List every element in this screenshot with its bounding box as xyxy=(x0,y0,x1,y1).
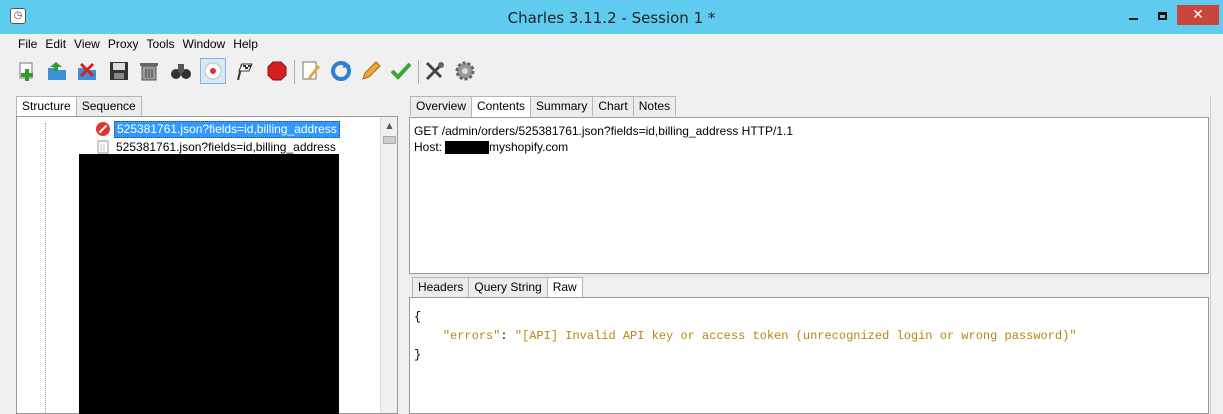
menu-help[interactable]: Help xyxy=(229,36,262,52)
minimize-button[interactable] xyxy=(1119,5,1147,25)
maximize-button[interactable] xyxy=(1148,5,1176,25)
record-button[interactable] xyxy=(200,58,226,84)
json-key: "errors" xyxy=(442,329,501,343)
scroll-up-icon[interactable]: ▲ xyxy=(381,117,398,134)
edit-button[interactable] xyxy=(358,58,384,84)
repeat-button[interactable] xyxy=(328,58,354,84)
blocked-icon xyxy=(96,122,110,136)
menu-view[interactable]: View xyxy=(70,36,104,52)
toolbar xyxy=(12,56,492,88)
minimize-icon xyxy=(1128,17,1138,20)
raw-open-brace: { xyxy=(414,310,422,324)
tab-raw[interactable]: Raw xyxy=(546,277,583,298)
host-suffix: myshopify.com xyxy=(489,140,569,154)
clear-session-icon xyxy=(140,63,158,81)
tab-summary[interactable]: Summary xyxy=(530,96,594,116)
tab-chart[interactable]: Chart xyxy=(592,96,634,116)
save-icon xyxy=(110,62,128,80)
request-icon xyxy=(97,140,109,154)
tree-item-blocked[interactable]: 525381761.json?fields=id,billing_address xyxy=(96,120,340,138)
menu-tools[interactable]: Tools xyxy=(143,36,179,52)
menu-window[interactable]: Window xyxy=(179,36,230,52)
menu-bar: File Edit View Proxy Tools Window Help xyxy=(14,36,262,52)
clear-session-button[interactable] xyxy=(136,58,162,84)
new-session-button[interactable] xyxy=(14,58,40,84)
edit-pencil-icon xyxy=(362,61,381,80)
structure-tree-panel: 525381761.json?fields=id,billing_address… xyxy=(16,116,398,414)
open-session-icon xyxy=(48,62,66,80)
tab-structure[interactable]: Structure xyxy=(16,96,77,117)
menu-proxy[interactable]: Proxy xyxy=(104,36,143,52)
validate-button[interactable] xyxy=(388,58,414,84)
breakpoints-button[interactable] xyxy=(232,58,258,84)
compose-icon xyxy=(302,61,320,80)
toolbar-separator xyxy=(294,60,295,84)
stop-button[interactable] xyxy=(264,58,290,84)
request-line: GET /admin/orders/525381761.json?fields=… xyxy=(414,124,793,138)
breakpoints-flag-icon xyxy=(237,63,253,81)
tab-query-string[interactable]: Query String xyxy=(468,277,548,297)
stop-sign-icon xyxy=(267,61,287,81)
tree-scrollbar[interactable]: ▲ xyxy=(380,117,397,413)
redacted-area xyxy=(79,154,339,414)
tree-item-label[interactable]: 525381761.json?fields=id,billing_address xyxy=(114,140,338,155)
close-session-button[interactable] xyxy=(74,58,100,84)
raw-error-line: "errors": "[API] Invalid API key or acce… xyxy=(414,327,1204,346)
record-icon xyxy=(204,62,222,80)
tab-headers[interactable]: Headers xyxy=(412,277,470,297)
json-value: "[API] Invalid API key or access token (… xyxy=(514,329,1077,343)
tab-overview[interactable]: Overview xyxy=(410,96,473,116)
toolbar-separator xyxy=(418,60,419,84)
right-tab-strip: Overview Contents Summary Chart Notes xyxy=(410,96,677,117)
find-icon xyxy=(171,64,191,79)
right-edge-strip xyxy=(1210,96,1223,414)
open-session-button[interactable] xyxy=(44,58,70,84)
tab-sequence[interactable]: Sequence xyxy=(75,96,142,116)
settings-button[interactable] xyxy=(452,58,478,84)
tools-icon xyxy=(425,61,444,81)
tools-button[interactable] xyxy=(422,58,448,84)
raw-response-pane[interactable]: { "errors": "[API] Invalid API key or ac… xyxy=(409,297,1209,414)
scroll-thumb[interactable] xyxy=(383,136,396,144)
tab-notes[interactable]: Notes xyxy=(632,96,677,116)
request-text-pane[interactable]: GET /admin/orders/525381761.json?fields=… xyxy=(409,117,1209,274)
repeat-icon xyxy=(331,61,351,81)
title-bar: ◷ Charles 3.11.2 - Session 1 * ✕ xyxy=(0,0,1223,34)
close-icon: ✕ xyxy=(1192,7,1204,23)
compose-button[interactable] xyxy=(298,58,324,84)
tree-guide-line xyxy=(45,123,46,413)
json-colon: : xyxy=(500,329,515,343)
close-session-icon xyxy=(78,62,96,80)
menu-file[interactable]: File xyxy=(14,36,41,52)
response-tab-strip: Headers Query String Raw xyxy=(412,277,583,298)
left-tab-strip: Structure Sequence xyxy=(16,96,142,117)
maximize-icon xyxy=(1157,11,1167,20)
save-button[interactable] xyxy=(106,58,132,84)
new-session-icon xyxy=(19,62,33,81)
tab-contents[interactable]: Contents xyxy=(471,96,532,117)
host-label: Host: xyxy=(414,140,443,154)
settings-gear-icon xyxy=(455,61,475,81)
tree-item-label[interactable]: 525381761.json?fields=id,billing_address xyxy=(114,120,340,138)
menu-edit[interactable]: Edit xyxy=(41,36,70,52)
tree-item-request[interactable]: 525381761.json?fields=id,billing_address xyxy=(96,139,338,155)
validate-check-icon xyxy=(390,62,412,80)
charles-window: ◷ Charles 3.11.2 - Session 1 * ✕ File Ed… xyxy=(0,0,1223,414)
host-line: Host: myshopify.com xyxy=(414,139,1204,155)
redacted-host xyxy=(445,141,490,155)
close-button[interactable]: ✕ xyxy=(1177,5,1219,25)
raw-close-brace: } xyxy=(414,348,422,362)
window-title: Charles 3.11.2 - Session 1 * xyxy=(507,9,716,27)
find-button[interactable] xyxy=(168,58,194,84)
